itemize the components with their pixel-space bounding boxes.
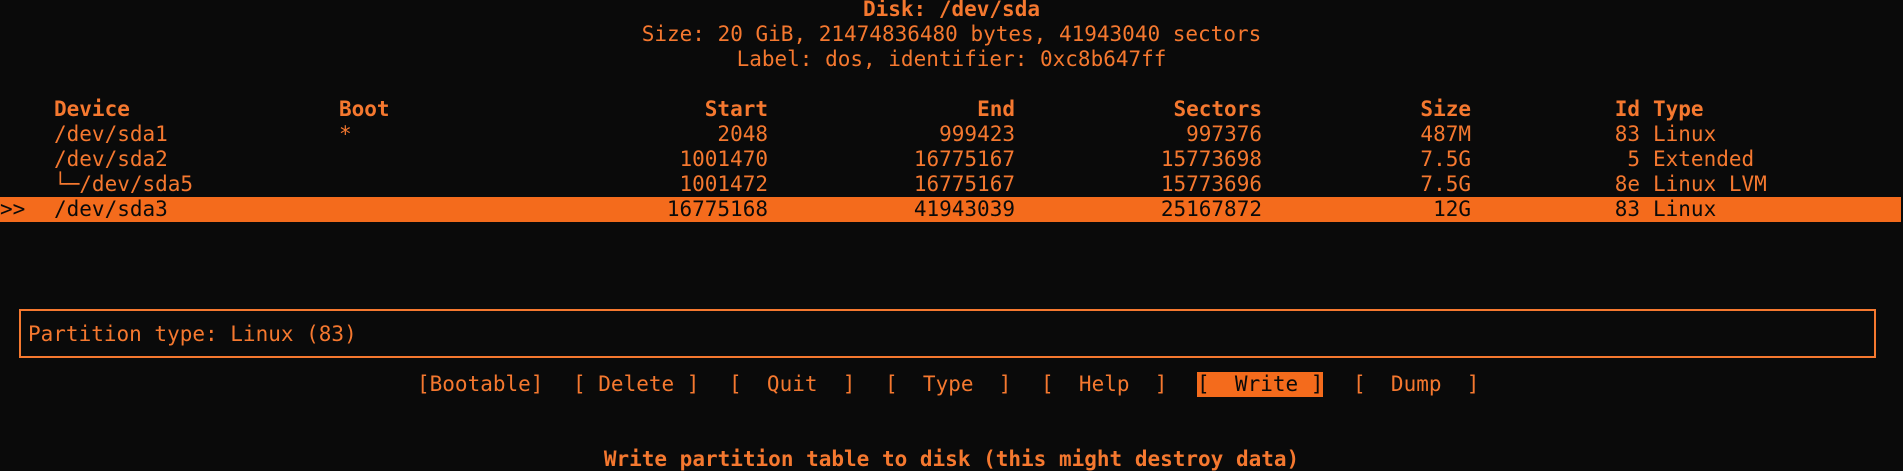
- cell-id: 8e: [1614, 172, 1640, 196]
- cell-end: 16775167: [913, 147, 1015, 171]
- col-size-header: Size: [1420, 97, 1471, 121]
- cell-device: └─/dev/sda5: [54, 172, 194, 196]
- quit-button[interactable]: [ Quit ]: [729, 372, 855, 397]
- partition-info-box: Partition type: Linux (83): [19, 309, 1876, 358]
- cell-id: 83: [1614, 197, 1640, 221]
- delete-button[interactable]: [ Delete ]: [573, 372, 699, 397]
- cell-start: 1001470: [679, 147, 768, 171]
- table-header: Device Boot Start End Sectors Size Id Ty…: [0, 97, 1903, 122]
- cell-id: 5: [1627, 147, 1640, 171]
- cell-start: 2048: [717, 122, 768, 146]
- cell-type: Linux LVM: [1653, 172, 1767, 196]
- col-boot-header: Boot: [339, 97, 390, 121]
- status-message: Write partition table to disk (this migh…: [603, 447, 1300, 471]
- cell-sectors: 15773696: [1160, 172, 1262, 196]
- table-row[interactable]: /dev/sda2 1001470 16775167 15773698 7.5G…: [0, 147, 1903, 172]
- cell-device: /dev/sda3: [54, 197, 168, 221]
- cell-size: 487M: [1420, 122, 1471, 146]
- cell-sectors: 15773698: [1160, 147, 1262, 171]
- row-marker: >>: [0, 197, 26, 221]
- table-row[interactable]: /dev/sda1 * 2048 999423 997376 487M 83 L…: [0, 122, 1903, 147]
- cell-size: 12G: [1433, 197, 1471, 221]
- col-device-header: Device: [54, 97, 130, 121]
- disk-title: Disk: /dev/sda: [862, 0, 1040, 21]
- cell-type: Linux: [1653, 122, 1717, 146]
- cell-device: /dev/sda1: [54, 122, 168, 146]
- col-id-header: Id: [1614, 97, 1640, 121]
- disk-size-info: Size: 20 GiB, 21474836480 bytes, 4194304…: [641, 22, 1262, 46]
- help-button[interactable]: [ Help ]: [1041, 372, 1167, 397]
- cell-id: 83: [1614, 122, 1640, 146]
- cell-size: 7.5G: [1420, 147, 1471, 171]
- col-start-header: Start: [704, 97, 768, 121]
- cell-type: Extended: [1653, 147, 1755, 171]
- type-button[interactable]: [ Type ]: [885, 372, 1011, 397]
- write-button[interactable]: [ Write ]: [1197, 372, 1324, 397]
- bootable-button[interactable]: [Bootable]: [417, 372, 543, 397]
- cell-end: 999423: [939, 122, 1015, 146]
- cell-end: 16775167: [913, 172, 1015, 196]
- cell-start: 1001472: [679, 172, 768, 196]
- col-end-header: End: [977, 97, 1015, 121]
- cell-type: Linux: [1653, 197, 1717, 221]
- cell-size: 7.5G: [1420, 172, 1471, 196]
- cell-device: /dev/sda2: [54, 147, 168, 171]
- col-sectors-header: Sectors: [1173, 97, 1262, 121]
- cell-boot: *: [339, 122, 352, 146]
- cell-sectors: 25167872: [1160, 197, 1262, 221]
- cell-end: 41943039: [913, 197, 1015, 221]
- cell-sectors: 997376: [1186, 122, 1262, 146]
- col-type-header: Type: [1653, 97, 1704, 121]
- dump-button[interactable]: [ Dump ]: [1353, 372, 1479, 397]
- partition-type-info: Partition type: Linux (83): [28, 322, 357, 346]
- table-row-selected[interactable]: >> /dev/sda3 16775168 41943039 25167872 …: [0, 197, 1901, 222]
- table-row[interactable]: └─/dev/sda5 1001472 16775167 15773696 7.…: [0, 172, 1903, 197]
- cell-start: 16775168: [666, 197, 768, 221]
- disk-label-info: Label: dos, identifier: 0xc8b647ff: [736, 47, 1167, 71]
